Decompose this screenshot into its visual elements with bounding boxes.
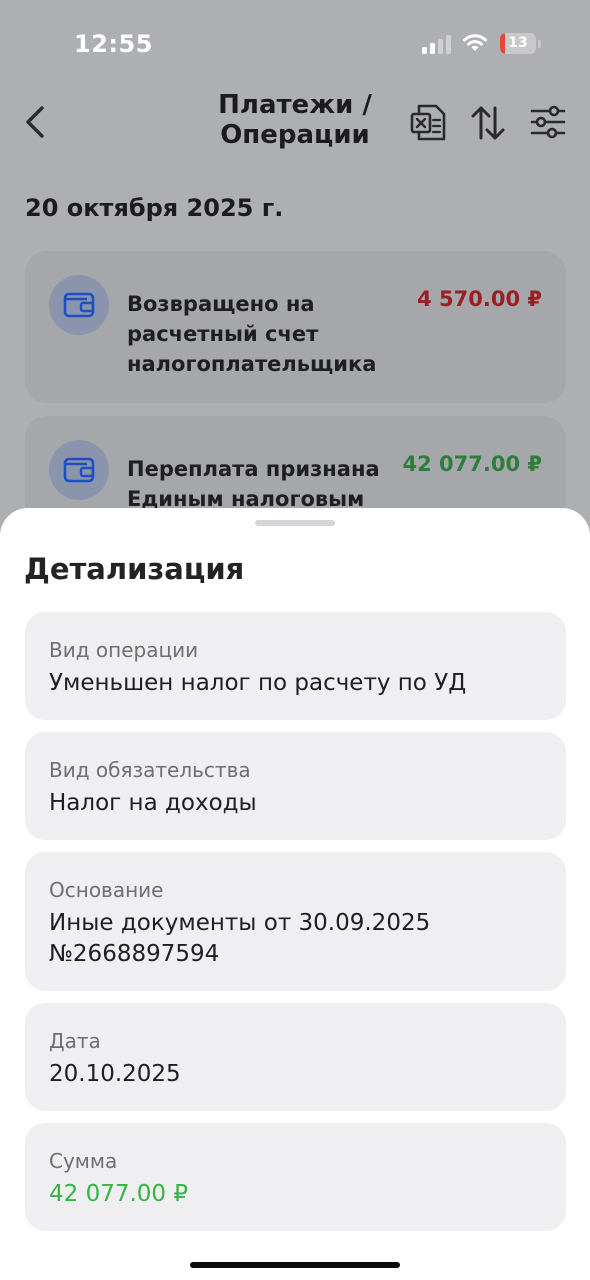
battery-icon: 13 [500,33,536,54]
sort-icon[interactable] [470,104,506,142]
detail-label: Вид обязательства [49,758,251,782]
operation-amount: 4 570.00 ₽ [417,287,542,311]
detail-value: Налог на доходы [49,790,257,816]
detail-basis: Основание Иные документы от 30.09.2025 №… [25,852,566,991]
detail-label: Сумма [49,1149,118,1173]
battery-level: 13 [508,35,528,51]
operation-description: Возвращено на расчетный счет налогоплате… [127,292,377,376]
operation-description: Переплата признана Единым налоговым [127,457,380,511]
detail-operation-type: Вид операции Уменьшен налог по расчету п… [25,612,566,720]
status-bar: 12:55 13 [0,0,590,90]
wallet-icon [49,275,109,335]
home-indicator[interactable] [190,1262,400,1268]
operation-amount: 42 077.00 ₽ [402,452,543,476]
status-time: 12:55 [74,30,153,58]
detail-label: Вид операции [49,638,199,662]
detail-value: 20.10.2025 [49,1061,181,1087]
operation-card[interactable]: Возвращено на расчетный счет налогоплате… [25,251,566,403]
filter-sliders-icon[interactable] [530,104,566,140]
sheet-grabber-handle[interactable] [255,520,335,526]
detail-date: Дата 20.10.2025 [25,1003,566,1111]
wallet-icon [49,440,109,500]
cellular-signal-icon [422,35,451,54]
wifi-icon [463,34,487,51]
detail-value: Уменьшен налог по расчету по УД [49,670,467,696]
page-title: Платежи / Операции [218,90,372,150]
detail-amount: Сумма 42 077.00 ₽ [25,1123,566,1231]
date-header: 20 октября 2025 г. [25,194,284,222]
battery-tip [538,40,541,48]
detail-value: Иные документы от 30.09.2025 №2668897594 [49,910,431,967]
detail-obligation-type: Вид обязательства Налог на доходы [25,732,566,840]
detail-label: Основание [49,878,164,902]
details-bottom-sheet: Детализация Вид операции Уменьшен налог … [0,508,590,1280]
detail-value: 42 077.00 ₽ [49,1181,188,1207]
sheet-title: Детализация [24,552,245,586]
back-chevron-icon[interactable] [22,104,50,140]
detail-label: Дата [49,1029,101,1053]
excel-export-icon[interactable] [410,104,446,142]
